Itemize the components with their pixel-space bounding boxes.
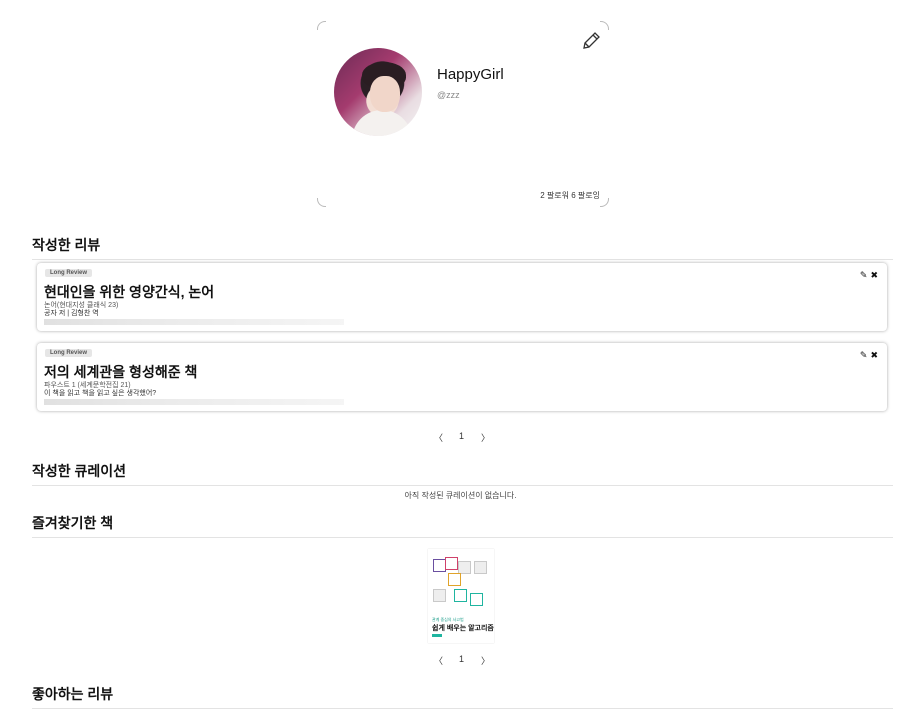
profile-handle: @zzz <box>437 90 460 100</box>
review-title[interactable]: 저의 세계관을 형성해준 책 <box>44 362 197 382</box>
edit-icon[interactable]: ✎ <box>860 350 868 360</box>
review-excerpt: 이 책을 읽고 책을 읽고 싶은 생각했어? <box>44 390 157 397</box>
book-title: 쉽게 배우는 알고리즘 <box>432 625 494 632</box>
card-corner <box>317 198 326 207</box>
pager-current-page[interactable]: 1 <box>459 654 464 664</box>
review-actions: ✎ ✖ <box>857 350 878 361</box>
review-actions: ✎ ✖ <box>857 270 878 281</box>
profile-card: HappyGirl @zzz 2 팔로워 6 팔로잉 <box>317 21 609 207</box>
cube-graphic <box>448 573 461 586</box>
pencil-icon[interactable] <box>580 30 602 52</box>
pager-current-page[interactable]: 1 <box>459 431 464 441</box>
profile-nickname: HappyGirl <box>437 66 504 83</box>
delete-icon[interactable]: ✖ <box>870 350 878 360</box>
follow-counts[interactable]: 2 팔로워 6 팔로잉 <box>540 190 600 201</box>
review-title[interactable]: 현대인을 위한 영양간식, 논어 <box>44 282 214 302</box>
cube-graphic <box>474 561 487 574</box>
review-card[interactable]: Long Review 현대인을 위한 영양간식, 논어 논어(현대지성 클래식… <box>37 263 887 331</box>
cube-graphic <box>470 593 483 606</box>
bookmarked-book-cover[interactable]: 관계 중심의 사고법 쉽게 배우는 알고리즘 <box>428 549 494 643</box>
pager-next-button[interactable]: 〉 <box>481 431 490 444</box>
section-title-my-curations: 작성한 큐레이션 <box>32 461 893 486</box>
card-corner <box>600 198 609 207</box>
card-corner <box>600 21 609 30</box>
review-card[interactable]: Long Review 저의 세계관을 형성해준 책 파우스트 1 (세계문학전… <box>37 343 887 411</box>
cube-graphic <box>445 557 458 570</box>
section-title-bookmarked-books: 즐겨찾기한 책 <box>32 513 893 538</box>
curations-empty-message: 아직 작성된 큐레이션이 없습니다. <box>404 491 517 500</box>
review-excerpt-fade <box>44 399 344 405</box>
book-accent-tag <box>432 634 442 637</box>
edit-icon[interactable]: ✎ <box>860 270 868 280</box>
review-excerpt-fade <box>44 319 344 325</box>
review-type-badge: Long Review <box>45 349 93 357</box>
card-corner <box>317 21 326 30</box>
pager-prev-button[interactable]: 〈 <box>434 431 443 444</box>
section-title-liked-reviews: 좋아하는 리뷰 <box>32 684 893 709</box>
cube-graphic <box>454 589 467 602</box>
pager-prev-button[interactable]: 〈 <box>434 654 443 667</box>
review-author: 공자 저 | 김형찬 역 <box>44 310 99 317</box>
delete-icon[interactable]: ✖ <box>870 270 878 280</box>
review-type-badge: Long Review <box>45 269 93 277</box>
avatar <box>334 48 422 136</box>
section-title-my-reviews: 작성한 리뷰 <box>32 235 893 260</box>
pager-next-button[interactable]: 〉 <box>481 654 490 667</box>
cube-graphic <box>433 589 446 602</box>
